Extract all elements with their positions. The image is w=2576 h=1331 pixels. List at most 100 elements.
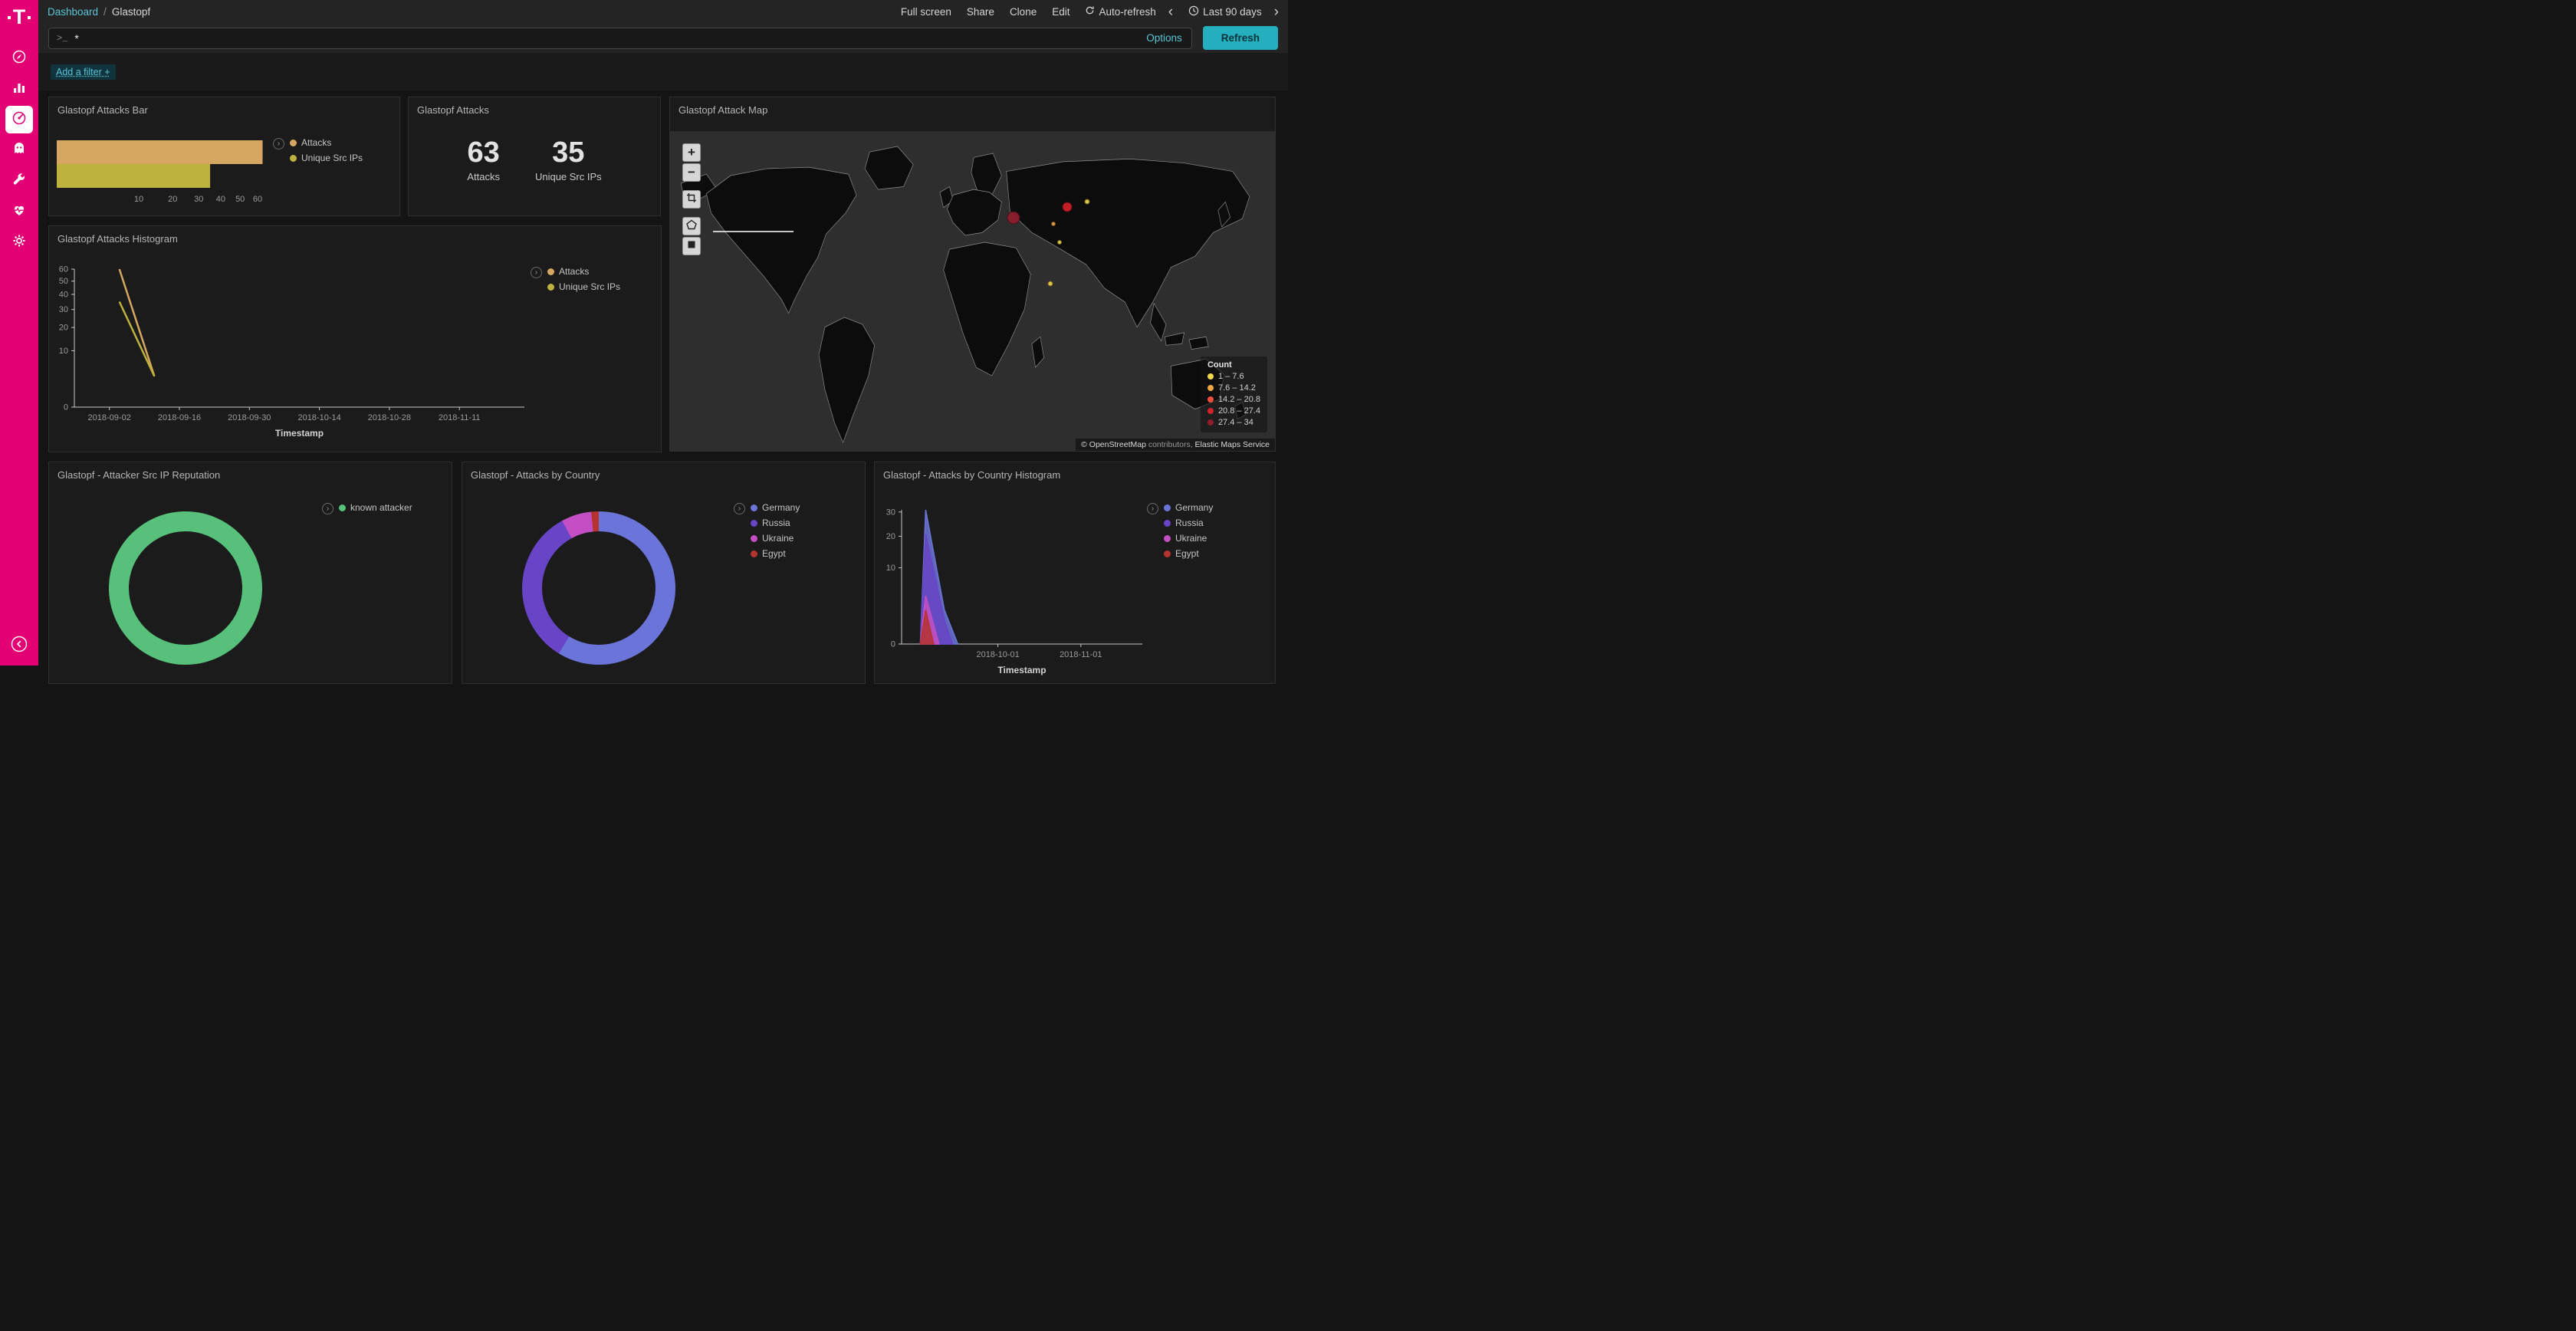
legend-item[interactable]: Russia (1164, 518, 1213, 528)
sidebar-item-dev-tools[interactable] (5, 167, 33, 195)
refresh-button[interactable]: Refresh (1203, 26, 1278, 50)
svg-text:10: 10 (134, 195, 143, 204)
monster-icon (12, 141, 27, 160)
attacks-histogram-chart[interactable]: 01020304050602018-09-022018-09-162018-09… (49, 257, 555, 449)
legend-item[interactable]: Germany (751, 502, 800, 513)
map-legend-row: 7.6 – 14.2 (1208, 383, 1260, 393)
legend-toggle-icon[interactable]: › (734, 503, 745, 514)
rectangle-select-button[interactable] (682, 237, 701, 255)
map-legend-row: 14.2 – 20.8 (1208, 395, 1260, 404)
svg-text:20: 20 (886, 532, 895, 541)
panel-title: Glastopf - Attacker Src IP Reputation (49, 462, 452, 481)
attack-markers-layer (670, 131, 1275, 451)
attack-marker[interactable] (1051, 222, 1056, 226)
telekom-logo[interactable]: T (8, 7, 31, 28)
legend-swatch (290, 140, 297, 146)
compass-icon (12, 49, 27, 68)
sidebar-item-monitoring[interactable] (5, 198, 33, 225)
svg-text:Timestamp: Timestamp (275, 428, 324, 439)
legend-label: Attacks (559, 266, 589, 277)
legend-item[interactable]: Attacks (290, 137, 363, 148)
zoom-in-button[interactable]: + (682, 143, 701, 162)
legend-toggle-icon[interactable]: › (322, 503, 334, 514)
heartbeat-icon (12, 202, 27, 222)
legend-item[interactable]: Russia (751, 518, 800, 528)
elastic-maps-service-link[interactable]: Elastic Maps Service (1195, 440, 1270, 449)
legend-toggle-icon[interactable]: › (273, 138, 284, 150)
legend-label: Germany (1175, 502, 1213, 513)
attacks-bar-chart[interactable]: 102030405060 (51, 136, 281, 212)
attack-marker[interactable] (1057, 240, 1062, 245)
legend-toggle-icon[interactable]: › (1147, 503, 1158, 514)
gear-icon (12, 233, 27, 252)
legend-item[interactable]: Egypt (1164, 548, 1213, 559)
query-bar: >_ Options Refresh (38, 23, 1288, 54)
time-back-arrow[interactable]: ‹ (1168, 5, 1173, 19)
svg-text:10: 10 (886, 564, 895, 573)
map-controls: + − (682, 143, 701, 257)
metric-attacks: 63 Attacks (467, 137, 500, 182)
svg-text:2018-09-16: 2018-09-16 (158, 413, 201, 422)
legend-label: Attacks (301, 137, 331, 148)
panel-country-histogram: Glastopf - Attacks by Country Histogram … (874, 462, 1276, 684)
sidebar-item-discover[interactable] (5, 44, 33, 72)
metric-group: 63 Attacks 35 Unique Src IPs (409, 137, 660, 182)
legend-item[interactable]: Attacks (547, 266, 620, 277)
panel-title: Glastopf - Attacks by Country (462, 462, 865, 481)
clone-button[interactable]: Clone (1010, 6, 1037, 18)
auto-refresh-button[interactable]: Auto-refresh (1085, 5, 1155, 18)
legend-item[interactable]: Germany (1164, 502, 1213, 513)
search-input[interactable] (74, 32, 1139, 44)
legend-item[interactable]: Unique Src IPs (547, 281, 620, 292)
legend-item[interactable]: Unique Src IPs (290, 153, 363, 163)
legend-label: Unique Src IPs (559, 281, 620, 292)
legend-label: Egypt (1175, 548, 1199, 559)
legend-item[interactable]: Ukraine (751, 533, 800, 544)
full-screen-button[interactable]: Full screen (901, 6, 951, 18)
fit-bounds-button[interactable] (682, 190, 701, 209)
attack-marker[interactable] (1007, 212, 1020, 225)
edit-button[interactable]: Edit (1052, 6, 1070, 18)
svg-text:30: 30 (886, 508, 895, 517)
openstreetmap-link[interactable]: © OpenStreetMap (1081, 440, 1146, 449)
crop-icon (686, 192, 697, 207)
svg-text:Timestamp: Timestamp (997, 665, 1046, 675)
time-range-picker[interactable]: Last 90 days (1188, 5, 1262, 18)
sidebar-item-dashboard[interactable] (5, 106, 33, 133)
legend-label: Ukraine (762, 533, 794, 544)
legend-swatch (290, 155, 297, 162)
svg-text:60: 60 (59, 265, 68, 274)
world-map[interactable]: + − Count 1 – 7.67.6 – 14.214.2 – 20.820… (670, 131, 1275, 451)
breadcrumb-dashboard[interactable]: Dashboard (48, 6, 98, 18)
panel-title: Glastopf - Attacks by Country Histogram (875, 462, 1275, 481)
svg-text:20: 20 (168, 195, 177, 204)
add-filter-link[interactable]: Add a filter + (51, 64, 116, 80)
time-forward-arrow[interactable]: › (1274, 5, 1279, 19)
metric-label: Unique Src IPs (535, 171, 602, 182)
metric-unique-src-ips: 35 Unique Src IPs (535, 137, 602, 182)
query-options-link[interactable]: Options (1146, 32, 1182, 44)
panel-attacks-bar: Glastopf Attacks Bar 102030405060 › Atta… (48, 97, 400, 216)
country-histogram-chart[interactable]: 01020302018-10-012018-11-01Timestamp (875, 493, 1273, 681)
legend-item[interactable]: Egypt (751, 548, 800, 559)
map-legend-row: 20.8 – 27.4 (1208, 406, 1260, 416)
legend-item[interactable]: Ukraine (1164, 533, 1213, 544)
sidebar-item-timelion[interactable] (5, 136, 33, 164)
svg-text:40: 40 (59, 291, 68, 300)
attack-marker[interactable] (1063, 202, 1073, 212)
legend-toggle-icon[interactable]: › (531, 267, 542, 278)
attack-marker[interactable] (1048, 281, 1053, 286)
polygon-select-button[interactable] (682, 217, 701, 235)
map-legend-row: 27.4 – 34 (1208, 418, 1260, 427)
share-button[interactable]: Share (967, 6, 994, 18)
country-donut[interactable] (522, 511, 675, 665)
sidebar-item-management[interactable] (5, 228, 33, 256)
zoom-out-button[interactable]: − (682, 163, 701, 182)
legend-item[interactable]: known attacker (339, 502, 412, 513)
wrench-icon (12, 172, 27, 191)
chart-legend: › Attacks Unique Src IPs (273, 137, 363, 163)
attack-marker[interactable] (1084, 199, 1089, 204)
reputation-donut[interactable] (109, 511, 262, 665)
collapse-sidebar-button[interactable] (11, 636, 28, 656)
sidebar-item-visualize[interactable] (5, 75, 33, 103)
